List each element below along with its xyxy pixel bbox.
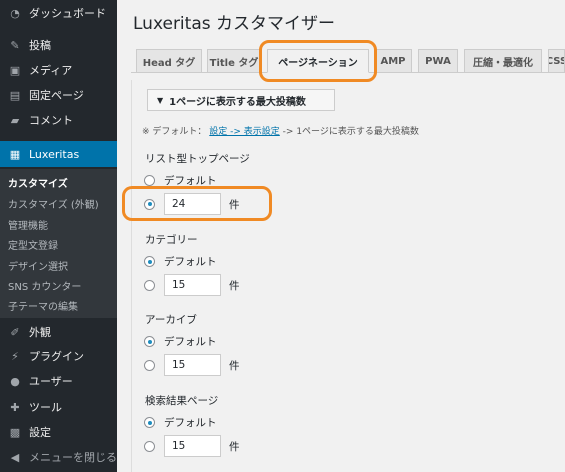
settings-icon: ▩ [9,425,21,439]
section-header[interactable]: ▼ 1ページに表示する最大投稿数 [147,89,335,111]
radio-custom-archive[interactable] [144,359,155,371]
admin-sidebar: ◔ ダッシュボード ✎ 投稿 ▣ メディア ▤ 固定ページ ▰ コメント ▦ L… [0,0,117,472]
menu-settings-label: 設定 [29,426,51,439]
group-title-top-list: リスト型トップページ [145,153,250,165]
radio-row-default[interactable]: デフォルト [144,334,217,349]
radio-row-default[interactable]: デフォルト [144,254,217,269]
pagination-panel: ▼ 1ページに表示する最大投稿数 ※ デフォルト： 設定 -> 表示設定 -> … [131,80,565,472]
collapse-menu-label: メニューを閉じる [29,451,117,464]
submenu-sns-counter[interactable]: SNS カウンター [8,278,81,293]
wrench-icon: ✚ [10,400,20,414]
menu-posts[interactable]: ✎ 投稿 [0,34,117,56]
input-highlight-annotation [122,186,272,221]
archive-count-input[interactable]: 15 [164,354,221,376]
menu-pages-label: 固定ページ [29,89,84,102]
radio-default-label: デフォルト [164,417,217,429]
radio-row-custom[interactable]: 15 件 [144,354,240,376]
page-icon: ▤ [9,88,21,102]
tab-pwa[interactable]: PWA [418,49,458,73]
menu-plugins-label: プラグイン [29,350,84,363]
collapse-menu-button[interactable]: ◀ メニューを閉じる [0,446,117,468]
menu-appearance-label: 外観 [29,326,51,339]
page-title: Luxeritas カスタマイザー [133,14,335,34]
radio-default-top-list[interactable] [144,175,155,186]
radio-default-category[interactable] [144,256,155,267]
menu-tools[interactable]: ✚ ツール [0,396,117,418]
main-content: Luxeritas カスタマイザー Head タグ Title タグ ページネー… [117,0,565,472]
submenu-child-theme[interactable]: 子テーマの編集 [8,298,78,313]
submenu-phrases[interactable]: 定型文登録 [8,237,58,252]
luxeritas-submenu: カスタマイズ カスタマイズ (外観) 管理機能 定型文登録 デザイン選択 SNS… [0,169,117,318]
group-title-archive: アーカイブ [145,314,197,326]
radio-default-archive[interactable] [144,336,155,347]
pin-icon: ✎ [10,38,20,52]
unit-label: 件 [229,440,240,453]
unit-label: 件 [229,359,240,372]
unit-label: 件 [229,279,240,292]
tab-highlight-annotation [259,40,377,82]
radio-row-custom[interactable]: 15 件 [144,274,240,296]
collapse-icon: ◀ [10,450,20,464]
luxeritas-icon: ▦ [9,147,21,161]
menu-users-label: ユーザー [29,375,73,388]
menu-posts-label: 投稿 [29,39,51,52]
note-suffix: -> 1ページに表示する最大投稿数 [282,127,419,137]
submenu-customize-appearance[interactable]: カスタマイズ (外観) [8,196,99,211]
comment-icon: ▰ [10,113,20,127]
tab-css[interactable]: CSS [548,49,565,73]
menu-settings[interactable]: ▩ 設定 [0,421,117,443]
radio-row-default[interactable]: デフォルト [144,415,217,430]
submenu-customize[interactable]: カスタマイズ [8,175,68,190]
menu-appearance[interactable]: ✐ 外観 [0,321,117,343]
radio-custom-category[interactable] [144,279,155,291]
menu-media-label: メディア [29,64,73,77]
menu-media[interactable]: ▣ メディア [0,59,117,81]
submenu-management[interactable]: 管理機能 [8,217,48,232]
menu-dashboard[interactable]: ◔ ダッシュボード [0,2,117,24]
tab-amp[interactable]: AMP [374,49,412,73]
menu-plugins[interactable]: ⚡ プラグイン [0,345,117,367]
reading-settings-link[interactable]: 設定 -> 表示設定 [209,127,280,137]
tab-head[interactable]: Head タグ [136,49,202,73]
group-title-category: カテゴリー [145,234,198,246]
menu-users[interactable]: ● ユーザー [0,370,117,392]
section-header-label: 1ページに表示する最大投稿数 [169,96,306,108]
menu-comments[interactable]: ▰ コメント [0,109,117,131]
radio-default-label: デフォルト [164,336,217,348]
search-count-input[interactable]: 15 [164,435,221,457]
radio-default-label: デフォルト [164,256,217,268]
brush-icon: ✐ [10,325,20,339]
menu-luxeritas-label: Luxeritas [29,147,80,161]
plugin-icon: ⚡ [11,349,19,363]
menu-luxeritas[interactable]: ▦ Luxeritas [0,141,117,167]
category-count-input[interactable]: 15 [164,274,221,296]
note-prefix: ※ デフォルト： [142,127,207,137]
triangle-down-icon: ▼ [157,95,164,105]
menu-pages[interactable]: ▤ 固定ページ [0,84,117,106]
tab-compression[interactable]: 圧縮・最適化 [464,49,542,73]
submenu-design[interactable]: デザイン選択 [8,258,68,273]
radio-custom-search[interactable] [144,440,155,452]
tab-title[interactable]: Title タグ [207,49,261,73]
dashboard-icon: ◔ [10,6,20,20]
media-icon: ▣ [9,63,21,77]
menu-tools-label: ツール [29,401,62,414]
user-icon: ● [10,374,20,388]
menu-comments-label: コメント [29,114,73,127]
menu-dashboard-label: ダッシュボード [29,7,106,20]
radio-default-search[interactable] [144,417,155,428]
radio-row-custom[interactable]: 15 件 [144,435,240,457]
group-title-search: 検索結果ページ [145,395,219,407]
default-note: ※ デフォルト： 設定 -> 表示設定 -> 1ページに表示する最大投稿数 [142,124,419,137]
